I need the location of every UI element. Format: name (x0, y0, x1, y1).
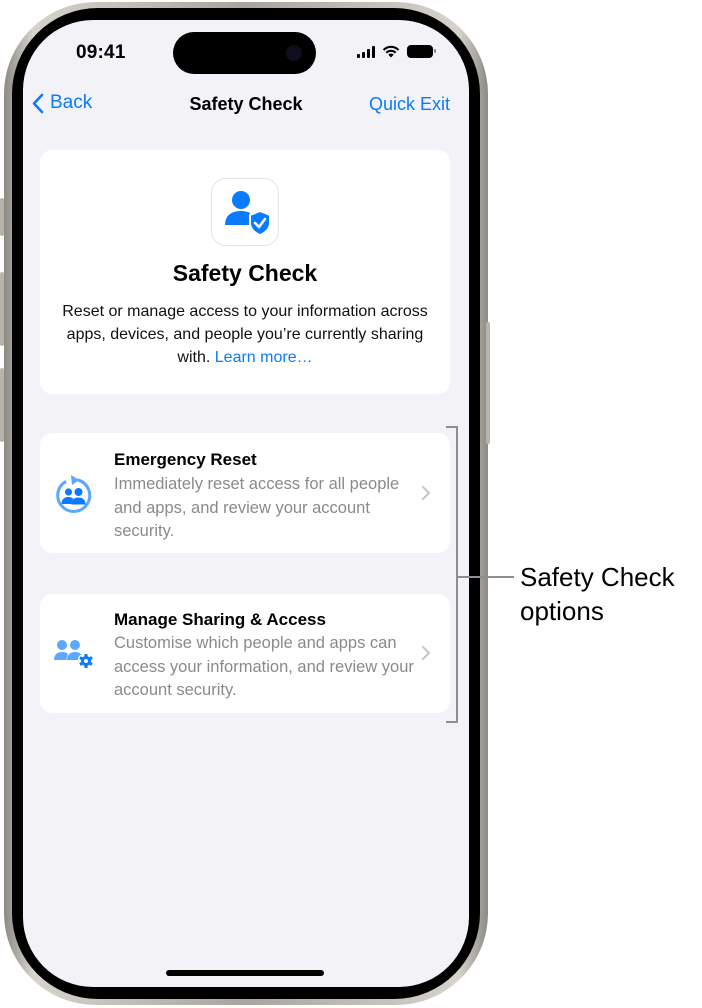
volume-down-button (0, 368, 4, 442)
safety-check-header-card: Safety Check Reset or manage access to y… (40, 150, 450, 394)
option-title: Manage Sharing & Access (114, 610, 326, 629)
person-shield-check-icon (225, 191, 271, 237)
wifi-icon (382, 45, 400, 58)
chevron-right-icon (422, 486, 430, 500)
people-reset-icon (56, 475, 92, 513)
emergency-reset-option[interactable]: Emergency Reset Immediately reset access… (40, 433, 450, 553)
option-title: Emergency Reset (114, 450, 257, 469)
dynamic-island (173, 32, 316, 74)
navigation-bar: Back Safety Check Quick Exit (23, 90, 469, 120)
app-icon (211, 178, 279, 246)
side-button (486, 322, 490, 444)
quick-exit-button[interactable]: Quick Exit (369, 94, 450, 115)
battery-icon (407, 45, 436, 58)
screen: 09:41 Back Safety Check Quick Exit Safet… (23, 20, 469, 987)
option-description: Customise which people and apps can acce… (114, 634, 414, 699)
header-title: Safety Check (172, 260, 318, 286)
volume-up-button (0, 272, 4, 346)
people-gear-icon (54, 640, 93, 668)
chevron-right-icon (422, 646, 430, 660)
cellular-signal-icon (357, 45, 375, 58)
front-camera (286, 45, 302, 61)
status-time: 09:41 (76, 42, 126, 63)
option-description: Immediately reset access for all people … (114, 475, 400, 540)
callout-line (458, 576, 514, 578)
home-indicator[interactable] (166, 970, 324, 976)
action-button (0, 198, 4, 236)
learn-more-link[interactable]: Learn more… (215, 349, 313, 366)
callout-label: Safety Check options (520, 562, 675, 626)
status-icons (357, 45, 436, 58)
callout-bracket (446, 426, 458, 723)
header-description: Reset or manage access to your informati… (60, 300, 430, 369)
manage-sharing-access-option[interactable]: Manage Sharing & Access Customise which … (40, 594, 450, 713)
